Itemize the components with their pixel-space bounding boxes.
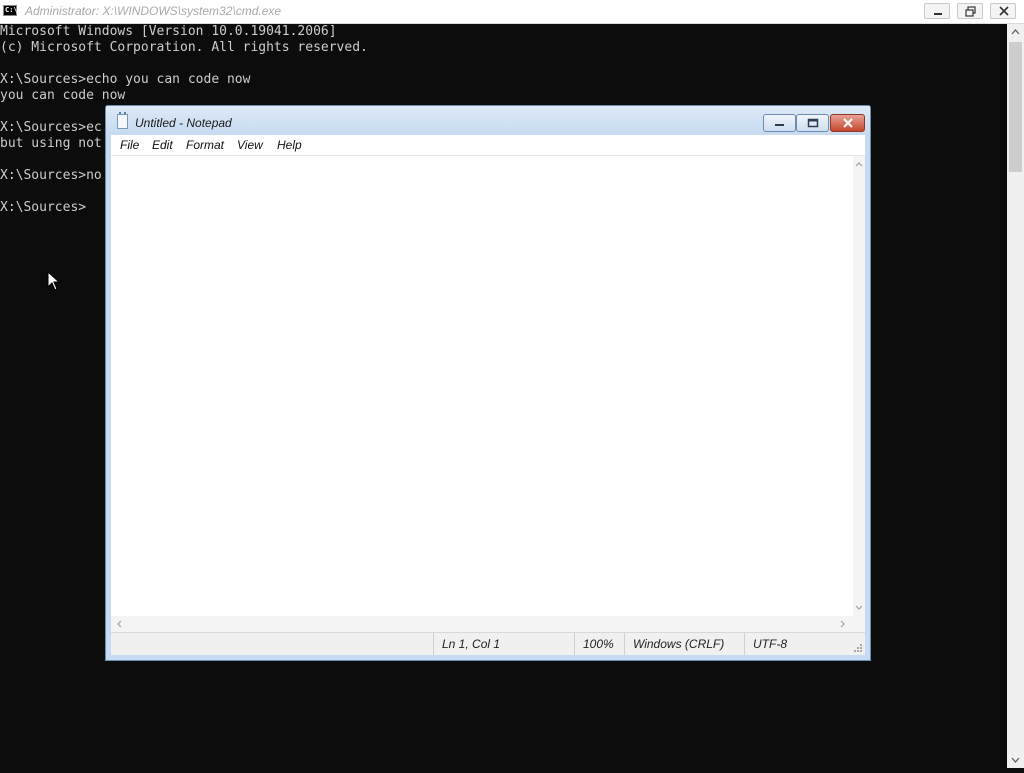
maximize-icon: [807, 118, 818, 128]
cmd-window-title: Administrator: X:\WINDOWS\system32\cmd.e…: [25, 4, 282, 18]
minimize-icon: [934, 13, 942, 15]
console-line: X:\Sources>echo you can code now: [0, 72, 251, 87]
notepad-text-area[interactable]: [111, 155, 865, 617]
scroll-left-arrow-icon[interactable]: [113, 616, 127, 632]
notepad-window[interactable]: Untitled - Notepad File Edit Format View…: [105, 105, 871, 661]
notepad-horizontal-scrollbar[interactable]: [111, 616, 865, 632]
status-zoom: 100%: [574, 633, 624, 655]
console-line: (c) Microsoft Corporation. All rights re…: [0, 40, 368, 55]
status-line-ending: Windows (CRLF): [624, 633, 744, 655]
scroll-down-arrow-icon[interactable]: [853, 601, 865, 615]
cmd-restore-button[interactable]: [957, 3, 983, 19]
notepad-minimize-button[interactable]: [763, 114, 796, 132]
resize-grip-icon[interactable]: [853, 643, 863, 653]
minimize-icon: [774, 124, 784, 126]
menu-help[interactable]: Help: [277, 138, 302, 152]
scroll-down-arrow-icon[interactable]: [1007, 751, 1024, 768]
menu-file[interactable]: File: [120, 138, 139, 152]
cmd-minimize-button[interactable]: [924, 3, 950, 19]
cmd-titlebar[interactable]: C:\ Administrator: X:\WINDOWS\system32\c…: [0, 0, 1024, 24]
notepad-close-button[interactable]: [830, 114, 865, 132]
scroll-right-arrow-icon[interactable]: [835, 616, 849, 632]
close-icon: [842, 118, 853, 128]
menu-view[interactable]: View: [237, 138, 263, 152]
notepad-app-icon: [117, 112, 128, 129]
status-encoding: UTF-8: [744, 633, 844, 655]
cmd-close-button[interactable]: [990, 3, 1016, 19]
cmd-scroll-thumb[interactable]: [1009, 42, 1022, 172]
notepad-menubar: File Edit Format View Help: [111, 135, 865, 155]
notepad-maximize-button[interactable]: [796, 114, 829, 132]
mouse-pointer-icon: [47, 271, 61, 291]
close-icon: [999, 6, 1009, 16]
menu-edit[interactable]: Edit: [152, 138, 173, 152]
notepad-vertical-scrollbar[interactable]: [853, 156, 865, 617]
notepad-titlebar[interactable]: Untitled - Notepad: [106, 106, 870, 136]
cmd-vertical-scrollbar[interactable]: [1007, 24, 1024, 768]
status-cursor-position: Ln 1, Col 1: [433, 633, 574, 655]
scroll-up-arrow-icon[interactable]: [1007, 24, 1024, 41]
scroll-up-arrow-icon[interactable]: [853, 158, 865, 172]
menu-format[interactable]: Format: [186, 138, 224, 152]
restore-icon: [965, 6, 976, 17]
notepad-window-title: Untitled - Notepad: [135, 116, 232, 130]
console-line: Microsoft Windows [Version 10.0.19041.20…: [0, 24, 337, 39]
notepad-status-bar: Ln 1, Col 1 100% Windows (CRLF) UTF-8: [111, 632, 865, 655]
console-line: you can code now: [0, 88, 126, 103]
cmd-app-icon: C:\: [3, 5, 18, 16]
